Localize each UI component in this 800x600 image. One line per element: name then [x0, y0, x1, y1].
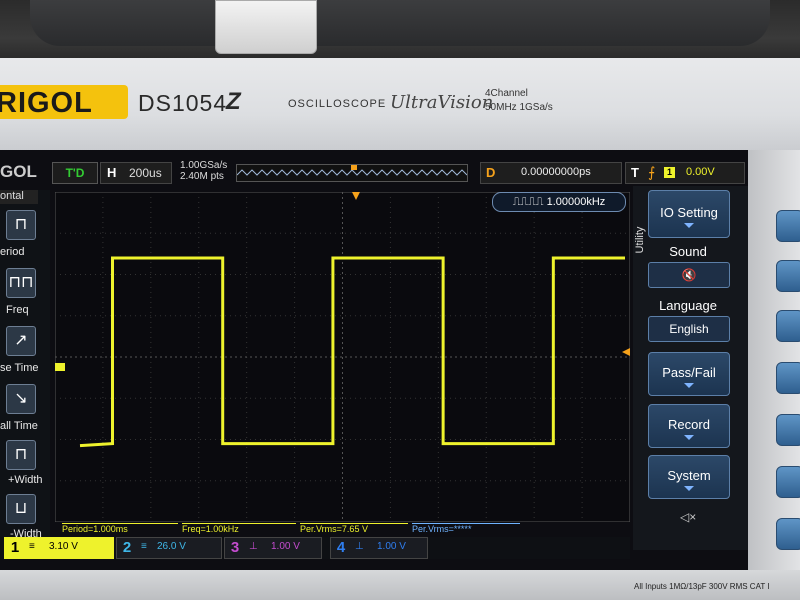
inputs-rating: All Inputs 1MΩ/13pF 300V RMS CAT I: [634, 582, 770, 591]
fall-time-icon[interactable]: ↘: [6, 384, 36, 414]
measure-period[interactable]: eriod: [0, 246, 24, 258]
measure-rise-time[interactable]: se Time: [0, 362, 39, 374]
measurement-freq: Freq=1.00kHz: [182, 523, 296, 535]
sound-toggle[interactable]: 🔇: [648, 262, 730, 288]
system-button[interactable]: System: [648, 455, 730, 499]
trigger-box: T ⨍ 1 0.00V: [625, 162, 745, 184]
measure-menu-title: ontal: [0, 190, 38, 204]
delay-label: D: [486, 165, 496, 180]
trigger-source: 1: [664, 167, 675, 178]
run-state: T'D: [52, 162, 98, 184]
brand-text: RIGOL: [0, 87, 93, 119]
channel-2-scale: 26.0 V: [157, 541, 186, 552]
channel-4-scale: 1.00 V: [377, 541, 406, 552]
channel-1-number: 1: [10, 539, 20, 556]
memory-overview: [236, 164, 468, 182]
channel-3-coupling: ⊥: [249, 541, 258, 552]
sample-rate: 1.00GSa/s: [180, 160, 228, 171]
memory-overview-wave: [236, 165, 468, 176]
sound-label: Sound: [669, 244, 707, 259]
brand-logo: RIGOL: [0, 85, 128, 119]
menu-key-6[interactable]: [776, 466, 800, 498]
language-select[interactable]: English: [648, 316, 730, 342]
io-setting-label: IO Setting: [660, 205, 718, 220]
counter-value: 1.00000kHz: [546, 196, 606, 208]
measurement-vrms-2: Per.Vrms=*****: [412, 523, 520, 535]
channel-3-scale: 1.00 V: [271, 541, 300, 552]
pos-width-icon[interactable]: ⊓: [6, 440, 36, 470]
series-logo: UltraVision: [390, 92, 494, 113]
language-label: Language: [659, 298, 717, 313]
freq-icon[interactable]: ⊓⊓: [6, 268, 36, 298]
spec-bandwidth: 50MHz 1GSa/s: [485, 102, 553, 113]
channel-2-number: 2: [122, 539, 132, 556]
rise-time-icon[interactable]: ↗: [6, 326, 36, 356]
menu-key-4[interactable]: [776, 362, 800, 394]
menu-key-7[interactable]: [776, 518, 800, 550]
carry-tray: [30, 0, 770, 46]
speaker-muted-icon: 🔇: [681, 268, 697, 282]
rising-edge-icon: ⨍: [648, 164, 656, 180]
counter-wave-icon: ⎍⎍⎍⎍: [512, 196, 544, 208]
measure-fall-time[interactable]: all Time: [0, 420, 38, 432]
neg-width-icon[interactable]: ⊔: [6, 494, 36, 524]
channel-4-number: 4: [336, 539, 346, 556]
chevron-down-icon: [684, 435, 694, 440]
timebase-label: H: [107, 165, 117, 180]
display-screen: GOL T'D H 200us 1.00GSa/s 2.40M pts D 0.…: [0, 150, 748, 570]
channel-2-coupling: ≡: [141, 541, 147, 552]
waveform-grid: [54, 191, 631, 523]
measurement-vrms: Per.Vrms=7.65 V: [300, 523, 408, 535]
acquisition-info: 1.00GSa/s 2.40M pts: [180, 160, 227, 182]
system-label: System: [667, 468, 711, 483]
measure-menu: ontal ⊓ eriod ⊓⊓ Freq ↗ se Time ↘ all Ti…: [0, 190, 50, 550]
spec-channels: 4Channel: [485, 88, 528, 99]
delay-value: 0.00000000ps: [521, 166, 591, 178]
measurement-period: Period=1.000ms: [62, 523, 178, 535]
channel-3[interactable]: 3 ⊥ 1.00 V: [224, 537, 322, 559]
screen-logo: GOL: [0, 162, 37, 181]
utility-section: Utility: [632, 190, 646, 300]
menu-key-3[interactable]: [776, 310, 800, 342]
frequency-counter: ⎍⎍⎍⎍ 1.00000kHz: [492, 192, 626, 212]
channel-1-scale: 3.10 V: [49, 541, 78, 552]
record-label: Record: [668, 417, 710, 432]
menu-key-2[interactable]: [776, 260, 800, 292]
chevron-down-icon: [684, 486, 694, 491]
model-suffix: Z: [226, 88, 241, 115]
memory-depth: 2.40M pts: [180, 171, 224, 182]
measure-pos-width[interactable]: +Width: [8, 474, 43, 486]
menu-key-1[interactable]: [776, 210, 800, 242]
channel-1[interactable]: 1 ≡ 3.10 V: [4, 537, 114, 559]
chevron-down-icon: [684, 223, 694, 228]
delay-box: D 0.00000000ps: [480, 162, 622, 184]
pass-fail-button[interactable]: Pass/Fail: [648, 352, 730, 396]
chevron-down-icon: [684, 383, 694, 388]
trigger-label: T: [631, 165, 639, 180]
language-value: English: [669, 322, 709, 336]
model-name: DS1054: [138, 90, 228, 116]
utility-title: Utility: [634, 226, 646, 254]
timebase-box: H 200us: [100, 162, 172, 184]
device-category: OSCILLOSCOPE: [288, 98, 387, 110]
measure-freq[interactable]: Freq: [6, 304, 29, 316]
record-button[interactable]: Record: [648, 404, 730, 448]
channel-4[interactable]: 4 ⊥ 1.00 V: [330, 537, 428, 559]
channel-bar: 1 ≡ 3.10 V 2 ≡ 26.0 V 3 ⊥ 1.00 V 4 ⊥ 1.0…: [0, 537, 630, 559]
pass-fail-label: Pass/Fail: [662, 365, 716, 380]
channel-2[interactable]: 2 ≡ 26.0 V: [116, 537, 222, 559]
channel-4-coupling: ⊥: [355, 541, 364, 552]
ch1-ground-marker: [55, 363, 65, 371]
channel-1-coupling: ≡: [29, 541, 35, 552]
timebase-value: 200us: [129, 166, 162, 180]
waveform-area: [54, 191, 631, 523]
speaker-icon: ◁×: [680, 510, 697, 524]
period-icon[interactable]: ⊓: [6, 210, 36, 240]
menu-key-5[interactable]: [776, 414, 800, 446]
trigger-level: 0.00V: [686, 166, 715, 178]
io-setting-button[interactable]: IO Setting: [648, 190, 730, 238]
channel-3-number: 3: [230, 539, 240, 556]
handle: [215, 0, 317, 54]
